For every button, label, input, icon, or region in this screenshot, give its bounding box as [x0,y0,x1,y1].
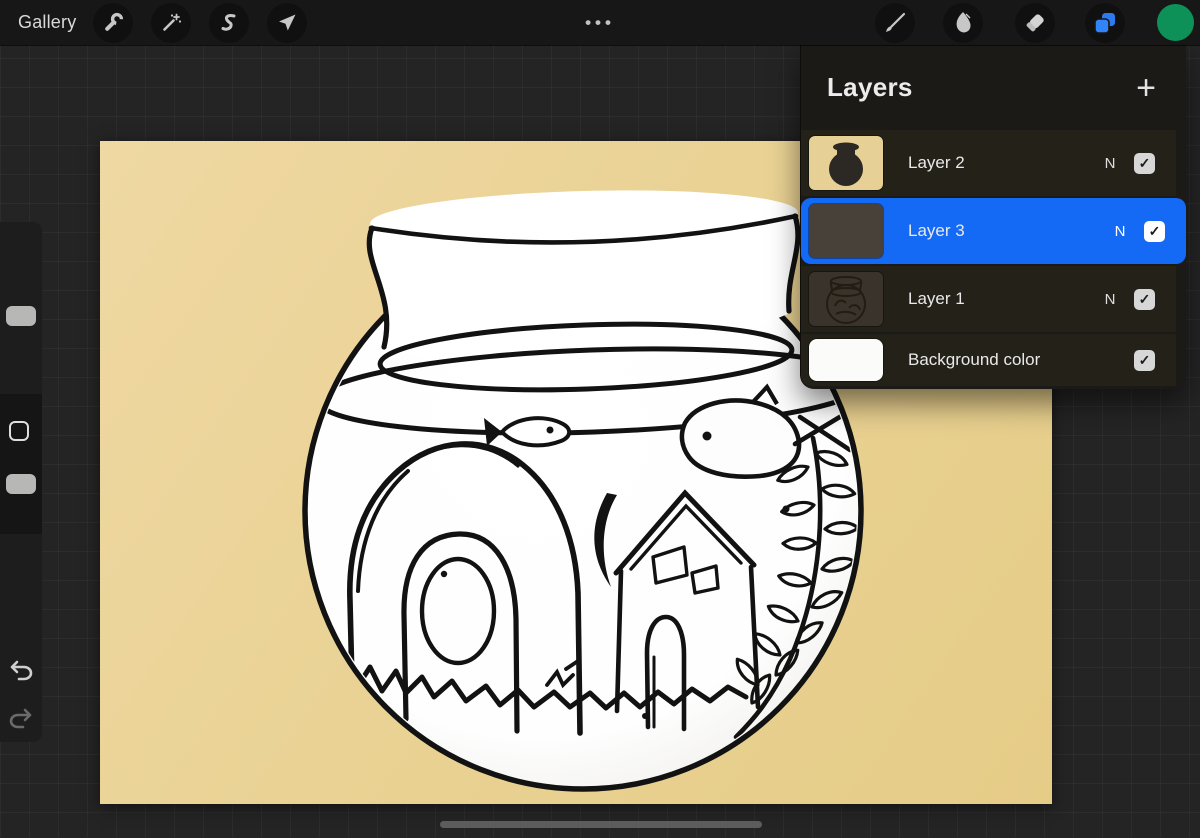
layer-row-background-color[interactable]: Background color ✓ [801,334,1176,386]
smudge-finger-icon [950,10,976,36]
layer-name: Layer 2 [908,153,1100,173]
layer-1-thumbnail [809,272,883,326]
check-icon: ✓ [1139,156,1151,170]
blend-mode-button[interactable]: N [1110,223,1130,240]
blend-mode-button[interactable]: N [1100,291,1120,308]
brush-tool-button[interactable] [875,3,915,43]
opacity-slider[interactable] [6,474,36,494]
layer-3-thumbnail [809,204,883,258]
layer-name: Background color [908,350,1100,370]
color-swatch-button[interactable] [1157,4,1194,41]
layer-row-layer-2[interactable]: Layer 2 N ✓ [801,130,1176,196]
background-color-thumbnail [809,339,883,381]
undo-icon [8,659,34,683]
smudge-tool-button[interactable] [943,3,983,43]
sidebar-inset [0,394,42,534]
check-icon: ✓ [1139,353,1151,367]
layers-panel-button[interactable] [1085,3,1125,43]
layer-visibility-checkbox[interactable]: ✓ [1134,289,1155,310]
eraser-icon [1022,10,1048,36]
eraser-tool-button[interactable] [1015,3,1055,43]
check-icon: ✓ [1149,224,1161,238]
blend-mode-button[interactable]: N [1100,155,1120,172]
side-toolbar [0,222,42,742]
layer-name: Layer 1 [908,289,1100,309]
layers-panel: Layers + Layer 2 N ✓ Layer 3 N [800,45,1186,389]
home-indicator[interactable] [440,821,762,828]
undo-button[interactable] [7,658,35,686]
brush-icon [882,10,908,36]
layer-row-layer-3[interactable]: Layer 3 N ✓ [801,198,1186,264]
layers-panel-title: Layers [827,72,913,103]
layers-panel-header: Layers + [801,45,1186,130]
procreate-screen: Gallery ••• [0,0,1200,838]
layers-icon [1092,10,1118,36]
check-icon: ✓ [1139,292,1151,306]
layer-visibility-checkbox[interactable]: ✓ [1144,221,1165,242]
layer-name: Layer 3 [908,221,1110,241]
redo-button[interactable] [7,706,35,734]
layer-visibility-checkbox[interactable]: ✓ [1134,153,1155,174]
layer-row-layer-1[interactable]: Layer 1 N ✓ [801,266,1176,332]
redo-icon [8,707,34,731]
brush-size-slider[interactable] [6,306,36,326]
top-toolbar: Gallery ••• [0,0,1200,45]
add-layer-button[interactable]: + [1132,73,1160,103]
layer-2-thumbnail [809,136,883,190]
modify-button[interactable] [9,421,29,441]
layer-visibility-checkbox[interactable]: ✓ [1134,350,1155,371]
